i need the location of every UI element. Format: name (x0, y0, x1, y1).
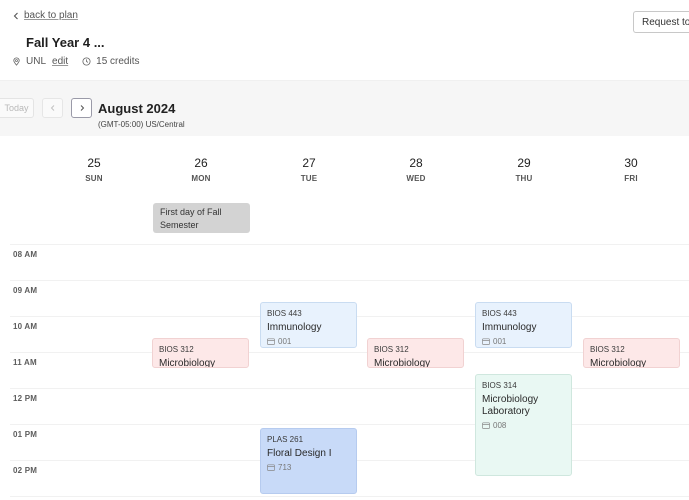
previous-week-button[interactable] (42, 98, 63, 118)
section-info: 713 (267, 463, 350, 472)
clock-icon (82, 57, 91, 66)
back-to-plan-label: back to plan (24, 10, 78, 21)
hour-label: 12 PM (13, 394, 38, 403)
event-bios-443-thu[interactable]: BIOS 443 Immunology 001 (475, 302, 572, 348)
credits-count: 15 credits (96, 56, 140, 67)
request-button[interactable]: Request to Re (633, 11, 689, 33)
hour-gridline (10, 496, 689, 497)
next-week-button[interactable] (71, 98, 92, 118)
hour-label: 02 PM (13, 466, 38, 475)
calendar-icon (267, 338, 275, 345)
plan-meta: UNL edit 15 credits (12, 56, 140, 67)
hour-label: 09 AM (13, 286, 38, 295)
section-number: 001 (278, 337, 292, 346)
calendar-toolbar: Today August 2024 (GMT-05:00) US/Central (0, 80, 689, 136)
day-number: 25 (87, 156, 101, 170)
section-info: 001 (482, 337, 565, 346)
section-number: 001 (493, 337, 507, 346)
day-header-fri[interactable]: 30 FRI (581, 156, 681, 183)
calendar-icon (482, 422, 490, 429)
day-header-wed[interactable]: 28 WED (366, 156, 466, 183)
course-code: BIOS 443 (482, 309, 517, 318)
day-number: 27 (302, 156, 316, 170)
school-name: UNL (26, 56, 47, 67)
course-name: Immunology (267, 322, 322, 333)
day-of-week: SUN (85, 174, 103, 183)
section-info: 001 (267, 337, 350, 346)
calendar-icon (482, 338, 490, 345)
edit-school-link[interactable]: edit (52, 56, 68, 67)
hour-gridline (10, 280, 689, 281)
course-name: Microbiology (374, 358, 431, 368)
chevron-left-icon (13, 12, 18, 19)
course-code: BIOS 312 (374, 345, 409, 354)
course-code: BIOS 314 (482, 381, 517, 390)
day-number: 29 (517, 156, 531, 170)
plan-header: back to plan Fall Year 4 ... UNL edit 15… (0, 0, 689, 80)
day-of-week: FRI (624, 174, 638, 183)
event-bios-312-wed[interactable]: BIOS 312 Microbiology (367, 338, 464, 368)
course-name: Microbiology (159, 358, 216, 368)
month-title: August 2024 (98, 101, 176, 116)
location-pin-icon (13, 57, 20, 66)
section-number: 008 (493, 421, 507, 430)
course-name: Microbiology Laboratory (482, 394, 539, 417)
day-of-week: TUE (300, 174, 318, 183)
course-code: BIOS 312 (159, 345, 194, 354)
course-name: Immunology (482, 322, 537, 333)
back-to-plan-link[interactable]: back to plan (12, 10, 78, 21)
hour-gridline (10, 424, 689, 425)
day-header-mon[interactable]: 26 MON (151, 156, 251, 183)
event-bios-312-fri[interactable]: BIOS 312 Microbiology (583, 338, 680, 368)
course-code: BIOS 443 (267, 309, 302, 318)
course-name: Microbiology (590, 358, 647, 368)
course-code: BIOS 312 (590, 345, 625, 354)
hour-label: 08 AM (13, 250, 38, 259)
chevron-left-icon (50, 105, 54, 111)
course-code: PLAS 261 (267, 435, 304, 444)
hour-label: 01 PM (13, 430, 38, 439)
chevron-right-icon (80, 105, 84, 111)
day-number: 28 (409, 156, 423, 170)
day-number: 30 (624, 156, 638, 170)
hour-gridline (10, 388, 689, 389)
event-plas-261-tue[interactable]: PLAS 261 Floral Design I 713 (260, 428, 357, 494)
day-of-week: MON (191, 174, 211, 183)
event-bios-314-thu[interactable]: BIOS 314 Microbiology Laboratory 008 (475, 374, 572, 476)
week-calendar: 25 SUN 26 MON 27 TUE 28 WED 29 THU 30 FR… (0, 136, 689, 500)
day-of-week: WED (406, 174, 426, 183)
section-number: 713 (278, 463, 292, 472)
day-of-week: THU (515, 174, 533, 183)
all-day-event[interactable]: First day of Fall Semester (153, 203, 250, 233)
day-number: 26 (194, 156, 208, 170)
event-bios-443-tue[interactable]: BIOS 443 Immunology 001 (260, 302, 357, 348)
course-name: Floral Design I (267, 448, 332, 459)
day-header-sun[interactable]: 25 SUN (44, 156, 144, 183)
calendar-icon (267, 464, 275, 471)
event-bios-312-mon[interactable]: BIOS 312 Microbiology (152, 338, 249, 368)
plan-title: Fall Year 4 ... (26, 35, 105, 50)
timezone-label: (GMT-05:00) US/Central (98, 120, 185, 129)
hour-label: 10 AM (13, 322, 38, 331)
today-button[interactable]: Today (0, 98, 34, 118)
section-info: 008 (482, 421, 565, 430)
hour-gridline (10, 244, 689, 245)
day-header-thu[interactable]: 29 THU (474, 156, 574, 183)
day-header-tue[interactable]: 27 TUE (259, 156, 359, 183)
hour-label: 11 AM (13, 358, 37, 367)
